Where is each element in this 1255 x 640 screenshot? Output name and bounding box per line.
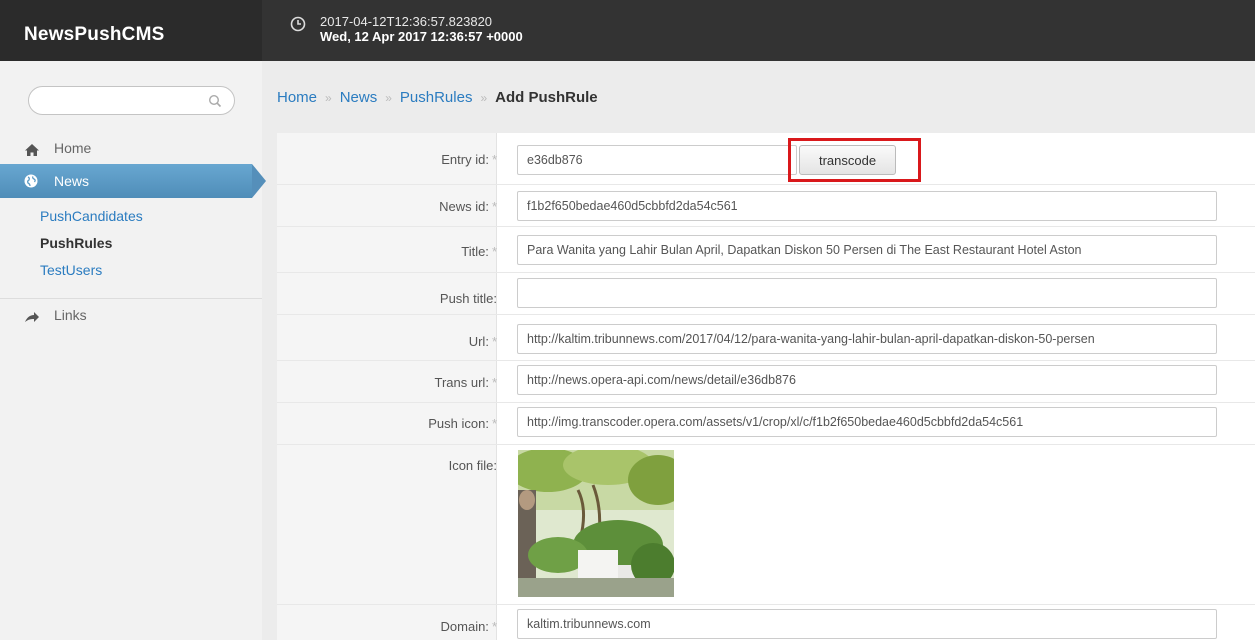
globe-icon [24, 174, 38, 188]
form-row-domain: Domain: * kaltim.tribunnews.com [277, 605, 1255, 640]
timestamp-human: Wed, 12 Apr 2017 12:36:57 +0000 [320, 29, 523, 44]
news-id-label: News id: * [439, 199, 497, 214]
breadcrumb-news[interactable]: News [340, 89, 378, 106]
push-title-label: Push title: [439, 291, 497, 306]
push-title-input[interactable] [517, 278, 1217, 308]
sidebar-item-label: Links [54, 307, 87, 323]
sidebar: Home News PushCandidates PushRules TestU… [0, 61, 266, 640]
form-row-entry-id: Entry id: * e36db876 transcode [277, 133, 1255, 185]
breadcrumb-separator: » [480, 91, 488, 105]
form-row-push-title: Push title: [277, 273, 1255, 315]
sidebar-item-home[interactable]: Home [0, 137, 262, 163]
form-row-title: Title: * Para Wanita yang Lahir Bulan Apr… [277, 227, 1255, 273]
form-row-icon-file: Icon file: [277, 445, 1255, 605]
form-row-url: Url: * http://kaltim.tribunnews.com/2017/… [277, 315, 1255, 361]
form-row-push-icon: Push icon: * http://img.transcoder.opera.… [277, 403, 1255, 445]
title-label: Title: * [461, 244, 497, 259]
breadcrumb: Home » News » PushRules » Add PushRule [277, 80, 598, 116]
trans-url-input[interactable]: http://news.opera-api.com/news/detail/e3… [517, 365, 1217, 395]
form-row-trans-url: Trans url: * http://news.opera-api.com/ne… [277, 361, 1255, 403]
form-row-news-id: News id: * f1b2f650bedae460d5cbbfd2da54c5… [277, 185, 1255, 227]
news-id-input[interactable]: f1b2f650bedae460d5cbbfd2da54c561 [517, 191, 1217, 221]
sidebar-subitem-testusers[interactable]: TestUsers [40, 262, 102, 278]
sidebar-item-news[interactable]: News [0, 164, 266, 198]
pushrule-form: Entry id: * e36db876 transcode News id: * … [277, 133, 1255, 640]
url-input[interactable]: http://kaltim.tribunnews.com/2017/04/12/… [517, 324, 1217, 354]
breadcrumb-current: Add PushRule [495, 89, 598, 106]
sidebar-item-label: News [54, 173, 90, 189]
timestamp-iso: 2017-04-12T12:36:57.823820 [320, 14, 493, 29]
domain-input[interactable]: kaltim.tribunnews.com [517, 609, 1217, 639]
sidebar-divider [0, 298, 262, 299]
share-arrow-icon [25, 312, 39, 322]
trans-url-label: Trans url: * [434, 375, 497, 390]
title-input[interactable]: Para Wanita yang Lahir Bulan April, Dapa… [517, 235, 1217, 265]
url-label: Url: * [468, 334, 497, 349]
push-icon-label: Push icon: * [428, 416, 497, 431]
breadcrumb-home[interactable]: Home [277, 89, 317, 106]
clock-icon [290, 16, 306, 32]
top-bar: NewsPushCMS 2017-04-12T12:36:57.823820 W… [0, 0, 1255, 61]
sidebar-item-label: Home [54, 140, 92, 156]
home-icon [25, 144, 39, 156]
push-icon-input[interactable]: http://img.transcoder.opera.com/assets/v… [517, 407, 1217, 437]
search-input[interactable] [41, 91, 201, 111]
search-box[interactable] [28, 86, 235, 115]
icon-file-label: Icon file: [448, 458, 497, 473]
entry-id-label: Entry id: * [441, 152, 497, 167]
breadcrumb-separator: » [325, 91, 332, 105]
sidebar-item-links[interactable]: Links [0, 304, 262, 330]
search-icon[interactable] [208, 94, 222, 108]
entry-id-input[interactable]: e36db876 [517, 145, 797, 175]
app-title[interactable]: NewsPushCMS [0, 0, 262, 61]
highlight-box [788, 138, 921, 182]
sidebar-subitem-pushcandidates[interactable]: PushCandidates [40, 208, 143, 224]
breadcrumb-pushrules[interactable]: PushRules [400, 89, 473, 106]
domain-label: Domain: * [440, 619, 497, 634]
icon-file-thumbnail [518, 450, 674, 597]
breadcrumb-separator: » [385, 91, 392, 105]
sidebar-subitem-pushrules[interactable]: PushRules [40, 235, 112, 251]
